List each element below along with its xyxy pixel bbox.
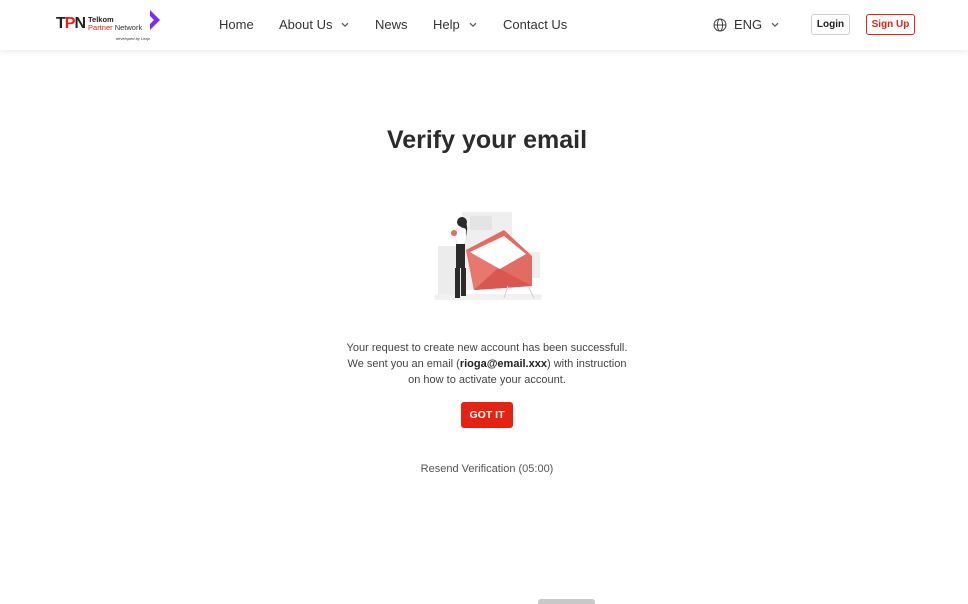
tpn-logo[interactable]: TPN Telkom Partner Network developed by …	[56, 8, 166, 44]
user-email: rioga@email.xxx	[459, 358, 547, 370]
got-it-button[interactable]: GOT IT	[461, 402, 513, 428]
nav-about-us[interactable]: About Us	[279, 17, 349, 32]
nav-home[interactable]: Home	[219, 17, 254, 32]
signup-button[interactable]: Sign Up	[866, 14, 915, 35]
chevron-down-icon	[771, 22, 779, 27]
language-selector[interactable]: ENG	[713, 17, 779, 32]
nav-news[interactable]: News	[375, 17, 408, 32]
logo-wordmark: Telkom Partner Network	[88, 15, 143, 32]
page-title: Verify your email	[386, 126, 588, 154]
nav-help[interactable]: Help	[433, 17, 477, 32]
verification-message: Your request to create new account has b…	[346, 342, 628, 386]
logo-tagline: developed by Leap	[116, 36, 150, 41]
globe-icon	[713, 18, 727, 31]
logo-mark: TPN	[56, 15, 86, 32]
nav-contact-us[interactable]: Contact Us	[503, 17, 567, 32]
scroll-indicator[interactable]	[538, 599, 595, 604]
login-button[interactable]: Login	[811, 14, 850, 35]
language-label: ENG	[734, 17, 763, 32]
chevron-down-icon	[469, 22, 477, 27]
resend-verification-link[interactable]: Resend Verification (05:00)	[0, 463, 968, 475]
chevron-down-icon	[342, 22, 349, 27]
envelope-illustration	[434, 212, 542, 300]
chevron-right-icon	[150, 10, 160, 30]
top-navbar: TPN Telkom Partner Network developed by …	[0, 0, 968, 50]
